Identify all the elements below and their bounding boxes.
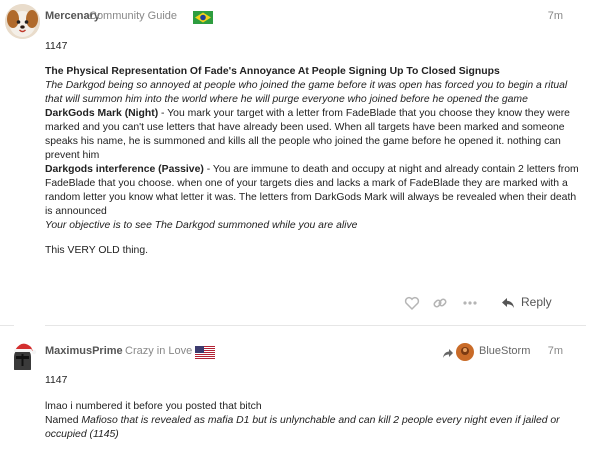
brazil-flag-icon bbox=[193, 11, 213, 24]
post-number: 1147 bbox=[45, 41, 68, 52]
role-objective: Your objective is to see The Darkgod sum… bbox=[45, 220, 358, 231]
reply-to-username[interactable]: BlueStorm bbox=[479, 345, 530, 357]
ability-2-name: Darkgods interference (Passive) bbox=[45, 164, 204, 175]
link-icon[interactable] bbox=[431, 294, 449, 312]
post-line-2-prefix: Named bbox=[45, 415, 82, 426]
avatar[interactable] bbox=[5, 4, 40, 39]
ability-2: Darkgods interference (Passive) - You ar… bbox=[45, 163, 584, 219]
reply-button[interactable]: Reply bbox=[501, 294, 563, 312]
post-time[interactable]: 7m bbox=[548, 10, 563, 22]
usa-flag-icon bbox=[195, 346, 215, 359]
post-body: 1147 lmao i numbered it before you poste… bbox=[45, 374, 584, 442]
reply-to-arrow-icon bbox=[443, 349, 453, 358]
dog-avatar-image bbox=[5, 4, 40, 39]
avatar[interactable] bbox=[5, 337, 40, 372]
post-line-1: lmao i numbered it before you posted tha… bbox=[45, 401, 262, 412]
post-actions: Reply bbox=[403, 294, 563, 314]
reply-label: Reply bbox=[521, 295, 552, 309]
post-number: 1147 bbox=[45, 375, 68, 386]
post-line-2-italic: Mafioso that is revealed as mafia D1 but… bbox=[45, 415, 560, 440]
divider bbox=[0, 325, 14, 326]
ability-1-name: DarkGods Mark (Night) bbox=[45, 108, 159, 119]
role-heading: The Physical Representation Of Fade's An… bbox=[45, 66, 500, 77]
post-body: 1147 The Physical Representation Of Fade… bbox=[45, 40, 584, 258]
user-title: Crazy in Love bbox=[125, 345, 193, 357]
post-meta: MaximusPrime Crazy in Love BlueStorm 7m bbox=[45, 343, 596, 361]
post-divider bbox=[45, 325, 586, 326]
username[interactable]: MaximusPrime bbox=[45, 345, 123, 357]
knight-santa-hat-avatar bbox=[5, 337, 40, 372]
post-meta: Mercenary Community Guide 7m bbox=[45, 10, 596, 26]
user-title: Community Guide bbox=[89, 10, 178, 22]
post-closing: This VERY OLD thing. bbox=[45, 245, 148, 256]
reply-to-avatar[interactable] bbox=[456, 343, 474, 361]
reply-arrow-icon bbox=[502, 298, 514, 308]
role-intro: The Darkgod being so annoyed at people w… bbox=[45, 80, 568, 105]
post-line-2: Named Mafioso that is revealed as mafia … bbox=[45, 414, 584, 442]
ability-1: DarkGods Mark (Night) - You mark your ta… bbox=[45, 107, 584, 163]
post-mercenary: Mercenary Community Guide 7m 1147 The Ph… bbox=[0, 0, 596, 325]
post-time[interactable]: 7m bbox=[548, 345, 563, 357]
heart-icon[interactable] bbox=[403, 294, 421, 312]
more-options-icon[interactable] bbox=[461, 294, 479, 312]
